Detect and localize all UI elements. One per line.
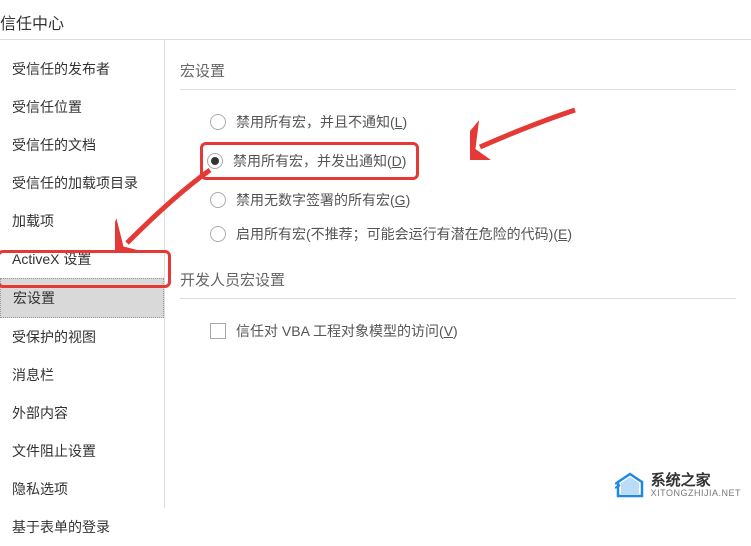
macro-option-disable-with-notify[interactable]: 禁用所有宏，并发出通知(D) [200,142,419,180]
watermark-en: XITONGZHIJIA.NET [651,489,741,499]
sidebar-item-form-login[interactable]: 基于表单的登录 [0,508,164,546]
sidebar-item-activex-settings[interactable]: ActiveX 设置 [0,240,164,278]
sidebar-item-trusted-publishers[interactable]: 受信任的发布者 [0,50,164,88]
checkbox-label: 信任对 VBA 工程对象模型的访问(V) [236,321,458,341]
watermark-logo-icon [615,472,645,500]
sidebar-nav: 受信任的发布者 受信任位置 受信任的文档 受信任的加载项目录 加载项 Activ… [0,40,165,508]
radio-label: 启用所有宏(不推荐；可能会运行有潜在危险的代码)(E) [236,224,572,244]
watermark-cn: 系统之家 [651,473,741,490]
dev-vba-checkbox[interactable]: 信任对 VBA 工程对象模型的访问(V) [210,314,736,348]
sidebar-item-protected-view[interactable]: 受保护的视图 [0,318,164,356]
sidebar-item-macro-settings[interactable]: 宏设置 [0,278,164,318]
sidebar-item-addins[interactable]: 加载项 [0,202,164,240]
radio-icon [210,226,226,242]
sidebar-item-external-content[interactable]: 外部内容 [0,394,164,432]
sidebar-item-privacy-options[interactable]: 隐私选项 [0,470,164,508]
watermark: 系统之家 XITONGZHIJIA.NET [615,472,741,500]
sidebar-item-trusted-addin-catalogs[interactable]: 受信任的加载项目录 [0,164,164,202]
radio-icon [210,114,226,130]
radio-label: 禁用所有宏，并且不通知(L) [236,112,407,132]
radio-icon [207,153,223,169]
macro-option-enable-all[interactable]: 启用所有宏(不推荐；可能会运行有潜在危险的代码)(E) [210,217,736,251]
dev-section-title: 开发人员宏设置 [180,269,736,299]
sidebar-item-file-block[interactable]: 文件阻止设置 [0,432,164,470]
radio-label: 禁用所有宏，并发出通知(D) [233,151,406,171]
macro-section-title: 宏设置 [180,60,736,90]
macro-radio-group: 禁用所有宏，并且不通知(L) 禁用所有宏，并发出通知(D) 禁用无数字签署的所有… [210,105,736,251]
checkbox-icon [210,323,226,339]
sidebar-item-message-bar[interactable]: 消息栏 [0,356,164,394]
window-title: 信任中心 [0,0,751,40]
sidebar-item-trusted-documents[interactable]: 受信任的文档 [0,126,164,164]
radio-icon [210,192,226,208]
macro-option-disable-no-notify[interactable]: 禁用所有宏，并且不通知(L) [210,105,736,139]
macro-option-disable-unsigned[interactable]: 禁用无数字签署的所有宏(G) [210,183,736,217]
radio-label: 禁用无数字签署的所有宏(G) [236,190,410,210]
sidebar-item-trusted-locations[interactable]: 受信任位置 [0,88,164,126]
